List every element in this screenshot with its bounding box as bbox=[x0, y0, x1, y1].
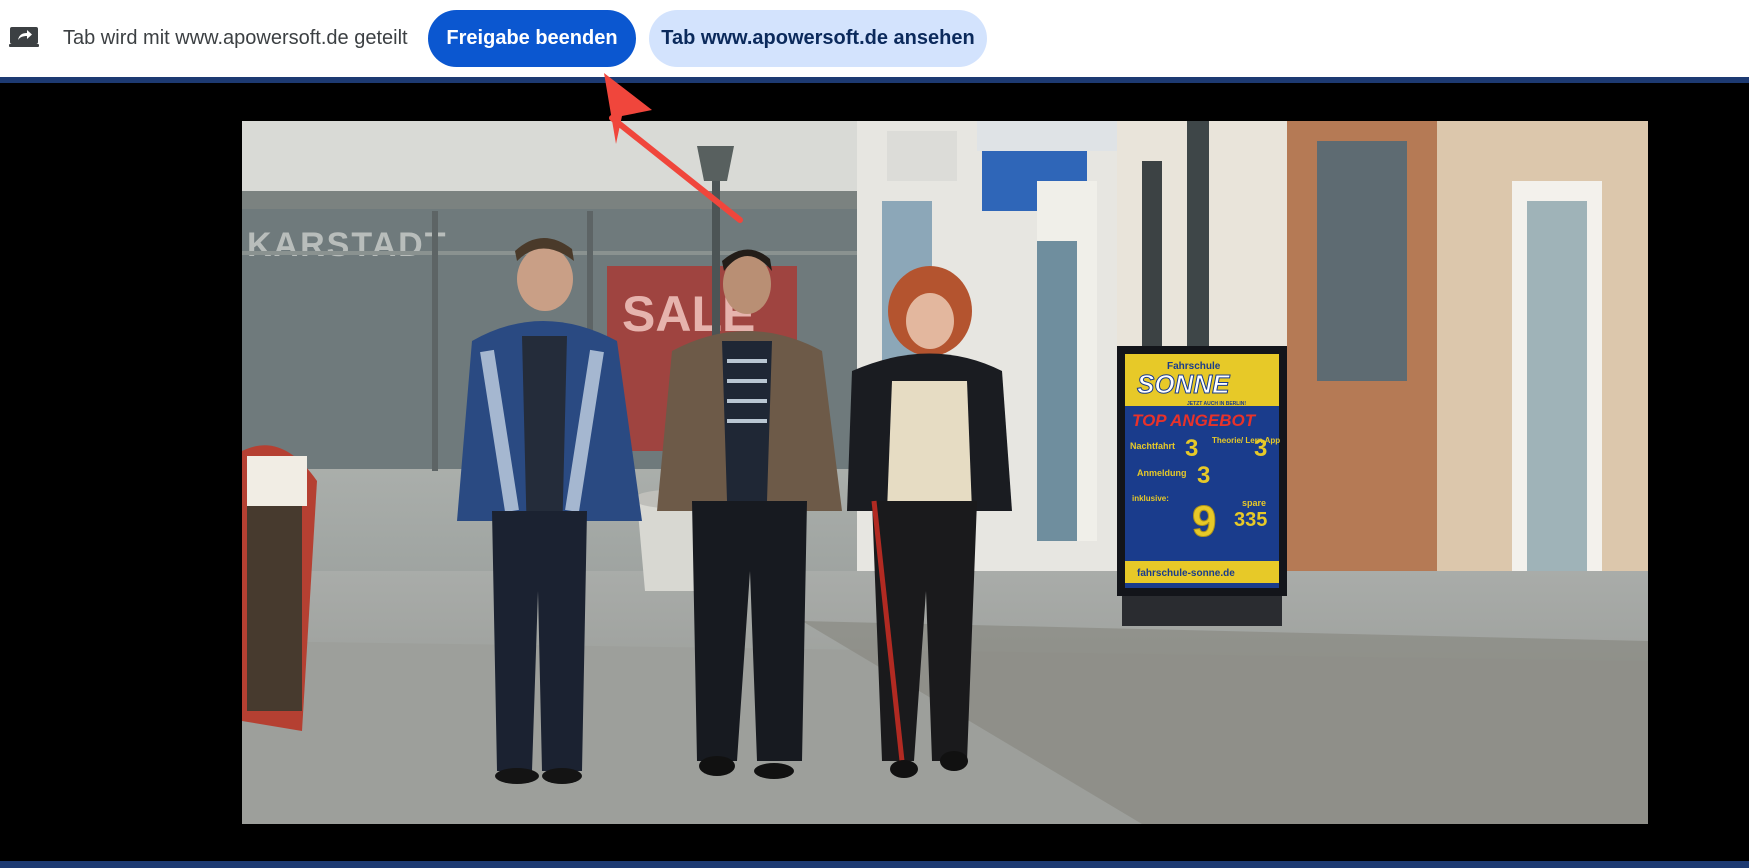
svg-text:fahrschule-sonne.de: fahrschule-sonne.de bbox=[1137, 568, 1235, 579]
fahrschule-poster: Fahrschule SONNE JETZT AUCH IN BERLIN! T… bbox=[1117, 346, 1287, 626]
svg-text:Anmeldung: Anmeldung bbox=[1137, 468, 1187, 478]
stop-sharing-button[interactable]: Freigabe beenden bbox=[428, 10, 636, 67]
svg-text:SONNE: SONNE bbox=[1137, 369, 1230, 399]
svg-text:TOP ANGEBOT: TOP ANGEBOT bbox=[1132, 411, 1257, 430]
share-divider bbox=[0, 77, 1749, 83]
svg-text:3: 3 bbox=[1254, 435, 1267, 462]
svg-text:JETZT AUCH IN BERLIN!: JETZT AUCH IN BERLIN! bbox=[1187, 401, 1246, 407]
view-shared-tab-button[interactable]: Tab www.apowersoft.de ansehen bbox=[649, 10, 987, 67]
svg-text:3: 3 bbox=[1197, 462, 1210, 489]
tab-sharing-bar: Tab wird mit www.apowersoft.de geteilt F… bbox=[0, 0, 1749, 77]
sharing-status-text: Tab wird mit www.apowersoft.de geteilt bbox=[63, 27, 408, 49]
screen-share-icon bbox=[9, 27, 39, 47]
svg-text:spare: spare bbox=[1242, 498, 1266, 508]
video-frame[interactable]: KARSTADT SALE Fahrschule SONNE JETZT AUC… bbox=[242, 121, 1648, 824]
svg-text:335: 335 bbox=[1234, 509, 1267, 531]
svg-text:9: 9 bbox=[1192, 497, 1216, 546]
karstadt-sign: KARSTADT bbox=[247, 226, 447, 264]
street-scene: KARSTADT SALE Fahrschule SONNE JETZT AUC… bbox=[242, 121, 1648, 824]
bottom-divider bbox=[0, 861, 1749, 868]
svg-text:Nachtfahrt: Nachtfahrt bbox=[1130, 441, 1175, 451]
svg-text:Theorie/ Lern App: Theorie/ Lern App bbox=[1212, 436, 1280, 445]
svg-text:3: 3 bbox=[1185, 435, 1198, 462]
svg-text:inklusive:: inklusive: bbox=[1132, 494, 1169, 503]
